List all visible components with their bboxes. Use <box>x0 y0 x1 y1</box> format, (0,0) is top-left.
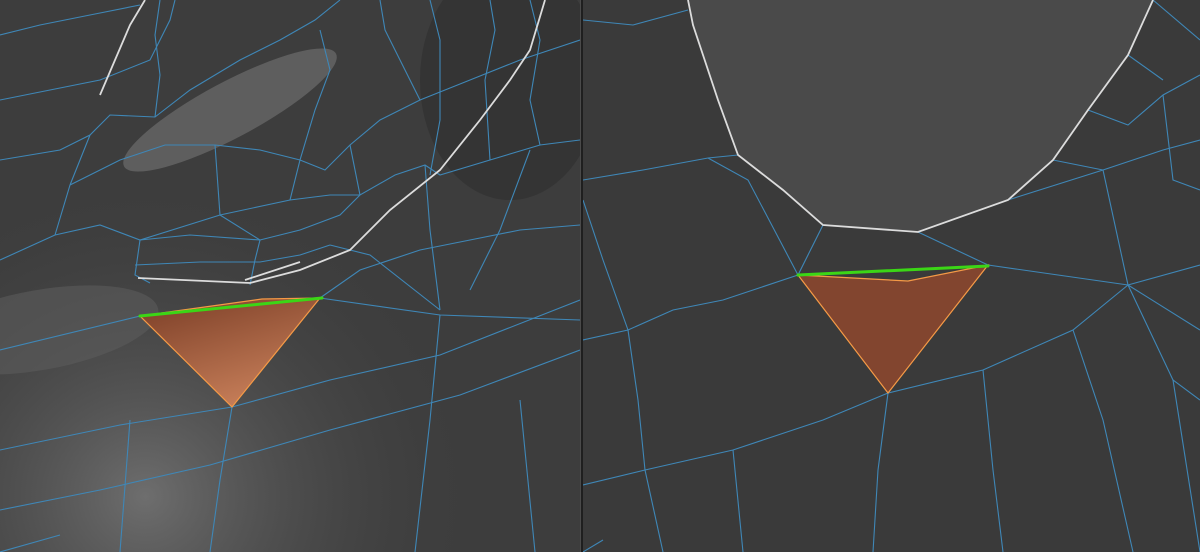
mesh-canvas-left[interactable] <box>0 0 580 552</box>
viewport-left[interactable] <box>0 0 580 552</box>
mesh-canvas-right[interactable] <box>583 0 1200 552</box>
viewport-container <box>0 0 1200 552</box>
viewport-right[interactable] <box>583 0 1200 552</box>
